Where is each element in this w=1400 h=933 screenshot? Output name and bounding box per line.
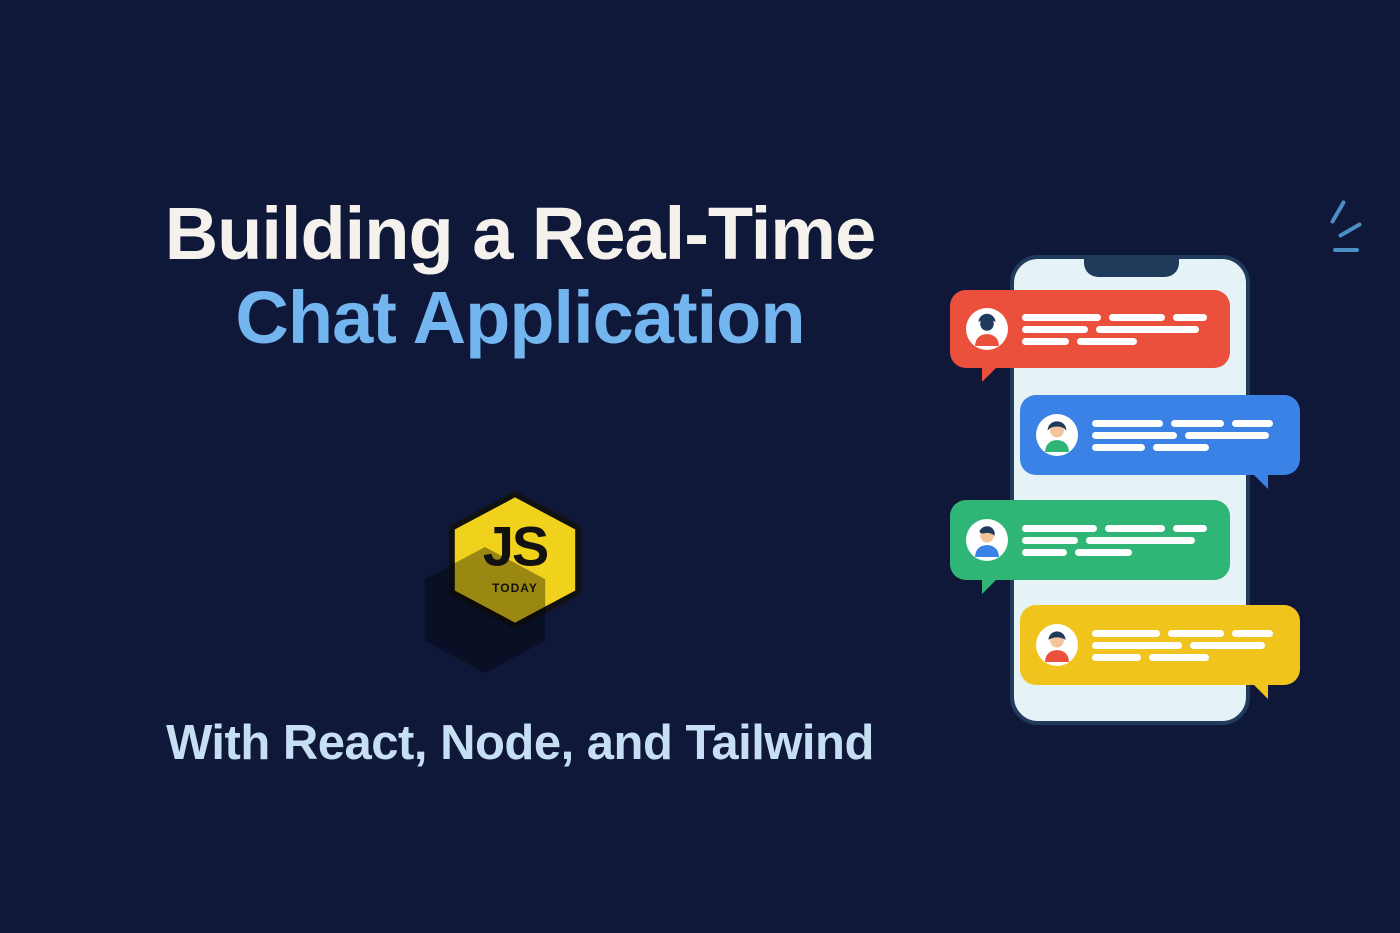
avatar-icon [1036,624,1078,666]
avatar-icon [966,519,1008,561]
avatar-icon [1036,414,1078,456]
subtitle-text: With React, Node, and Tailwind [130,715,910,771]
text-lines-icon [1092,415,1280,456]
hexagon-badge: JS TODAY [435,490,595,630]
chat-illustration [950,230,1300,750]
chat-bubble-blue [1020,395,1300,475]
text-lines-icon [1092,625,1280,666]
logo-text-js: JS [483,514,548,579]
avatar-icon [966,308,1008,350]
title-line-1: Building a Real-Time [130,195,910,273]
hero-title: Building a Real-Time Chat Application [130,195,910,356]
text-lines-icon [1022,520,1210,561]
chat-bubble-red [950,290,1230,368]
chat-bubble-green [950,500,1230,580]
chat-bubble-yellow [1020,605,1300,685]
phone-notch-icon [1084,259,1179,277]
text-lines-icon [1022,309,1210,350]
title-line-2: Chat Application [130,279,910,357]
logo-text-today: TODAY [492,581,538,595]
js-today-logo: JS TODAY [435,490,595,630]
